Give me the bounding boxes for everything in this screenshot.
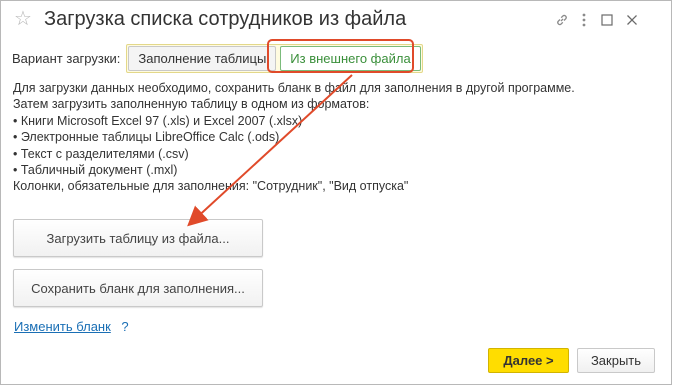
- option-external-file[interactable]: Из внешнего файла: [280, 45, 421, 71]
- change-template-link[interactable]: Изменить бланк: [14, 319, 111, 334]
- instruction-line: • Книги Microsoft Excel 97 (.xls) и Exce…: [13, 113, 303, 128]
- change-template-row: Изменить бланк ?: [14, 319, 129, 334]
- maximize-icon[interactable]: [597, 10, 617, 30]
- load-variant-switch: Заполнение таблицы Из внешнего файла: [126, 43, 423, 73]
- instructions-text: Для загрузки данных необходимо, сохранит…: [13, 80, 575, 195]
- instruction-line: • Табличный документ (.mxl): [13, 162, 178, 177]
- next-button[interactable]: Далее >: [488, 348, 569, 373]
- title-bar: ☆ Загрузка списка сотрудников из файла: [1, 1, 671, 41]
- window-title: Загрузка списка сотрудников из файла: [44, 8, 407, 30]
- close-icon[interactable]: [622, 10, 642, 30]
- dialog-window: ☆ Загрузка списка сотрудников из файла В…: [0, 0, 672, 385]
- instruction-line: Затем загрузить заполненную таблицу в од…: [13, 97, 370, 112]
- load-variant-label: Вариант загрузки:: [12, 50, 121, 66]
- instruction-line: Для загрузки данных необходимо, сохранит…: [13, 81, 575, 95]
- close-button[interactable]: Закрыть: [577, 348, 655, 373]
- instruction-line: Колонки, обязательные для заполнения: "С…: [13, 179, 409, 194]
- instruction-line: • Текст с разделителями (.csv): [13, 146, 189, 161]
- load-table-button[interactable]: Загрузить таблицу из файла...: [13, 219, 263, 257]
- save-template-button[interactable]: Сохранить бланк для заполнения...: [13, 269, 263, 307]
- load-variant-row: Вариант загрузки: Заполнение таблицы Из …: [12, 43, 423, 73]
- more-icon[interactable]: [574, 10, 594, 30]
- option-fill-table[interactable]: Заполнение таблицы: [128, 45, 277, 71]
- link-icon[interactable]: [552, 10, 572, 30]
- help-icon[interactable]: ?: [121, 319, 128, 334]
- star-icon[interactable]: ☆: [14, 9, 32, 29]
- instruction-line: • Электронные таблицы LibreOffice Calc (…: [13, 130, 280, 145]
